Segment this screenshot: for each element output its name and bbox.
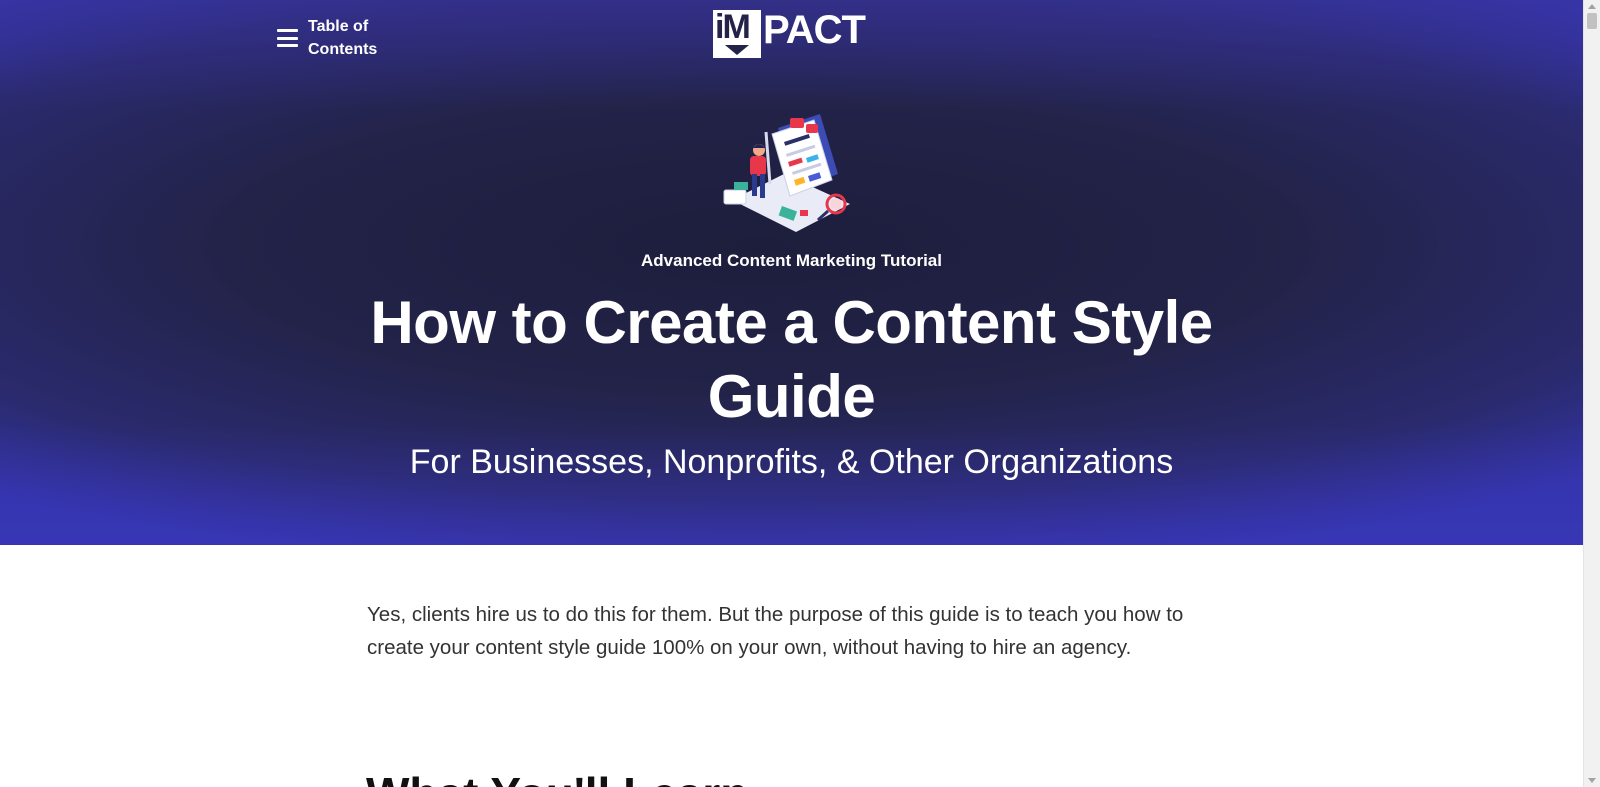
logo-mark-text: iM: [715, 8, 751, 46]
scroll-down-icon[interactable]: [1588, 778, 1596, 783]
section-heading: What You'll Learn: [366, 766, 748, 787]
page-subtitle: For Businesses, Nonprofits, & Other Orga…: [409, 443, 1174, 481]
table-of-contents-button[interactable]: Table of Contents: [277, 15, 388, 61]
scroll-up-icon[interactable]: [1588, 4, 1596, 9]
scrollbar-thumb[interactable]: [1587, 13, 1597, 29]
content-editor-illustration-icon: [723, 114, 850, 232]
logo-mark: iM: [713, 8, 761, 58]
hero-banner: Table of Contents iM PACT Advanced Conte…: [0, 0, 1583, 545]
impact-logo[interactable]: iM PACT: [713, 8, 866, 58]
intro-paragraph: Yes, clients hire us to do this for them…: [367, 603, 1184, 659]
tutorial-eyebrow: Advanced Content Marketing Tutorial: [641, 251, 942, 270]
page: Table of Contents iM PACT Advanced Conte…: [0, 0, 1583, 787]
logo-arrow-icon: [725, 45, 749, 55]
hamburger-menu-icon: [277, 29, 298, 47]
page-title: How to Create a Content Style Guide: [370, 289, 1213, 430]
vertical-scrollbar[interactable]: [1583, 0, 1600, 787]
table-of-contents-label: Table of Contents: [308, 18, 378, 58]
logo-wordmark: PACT: [763, 8, 866, 52]
